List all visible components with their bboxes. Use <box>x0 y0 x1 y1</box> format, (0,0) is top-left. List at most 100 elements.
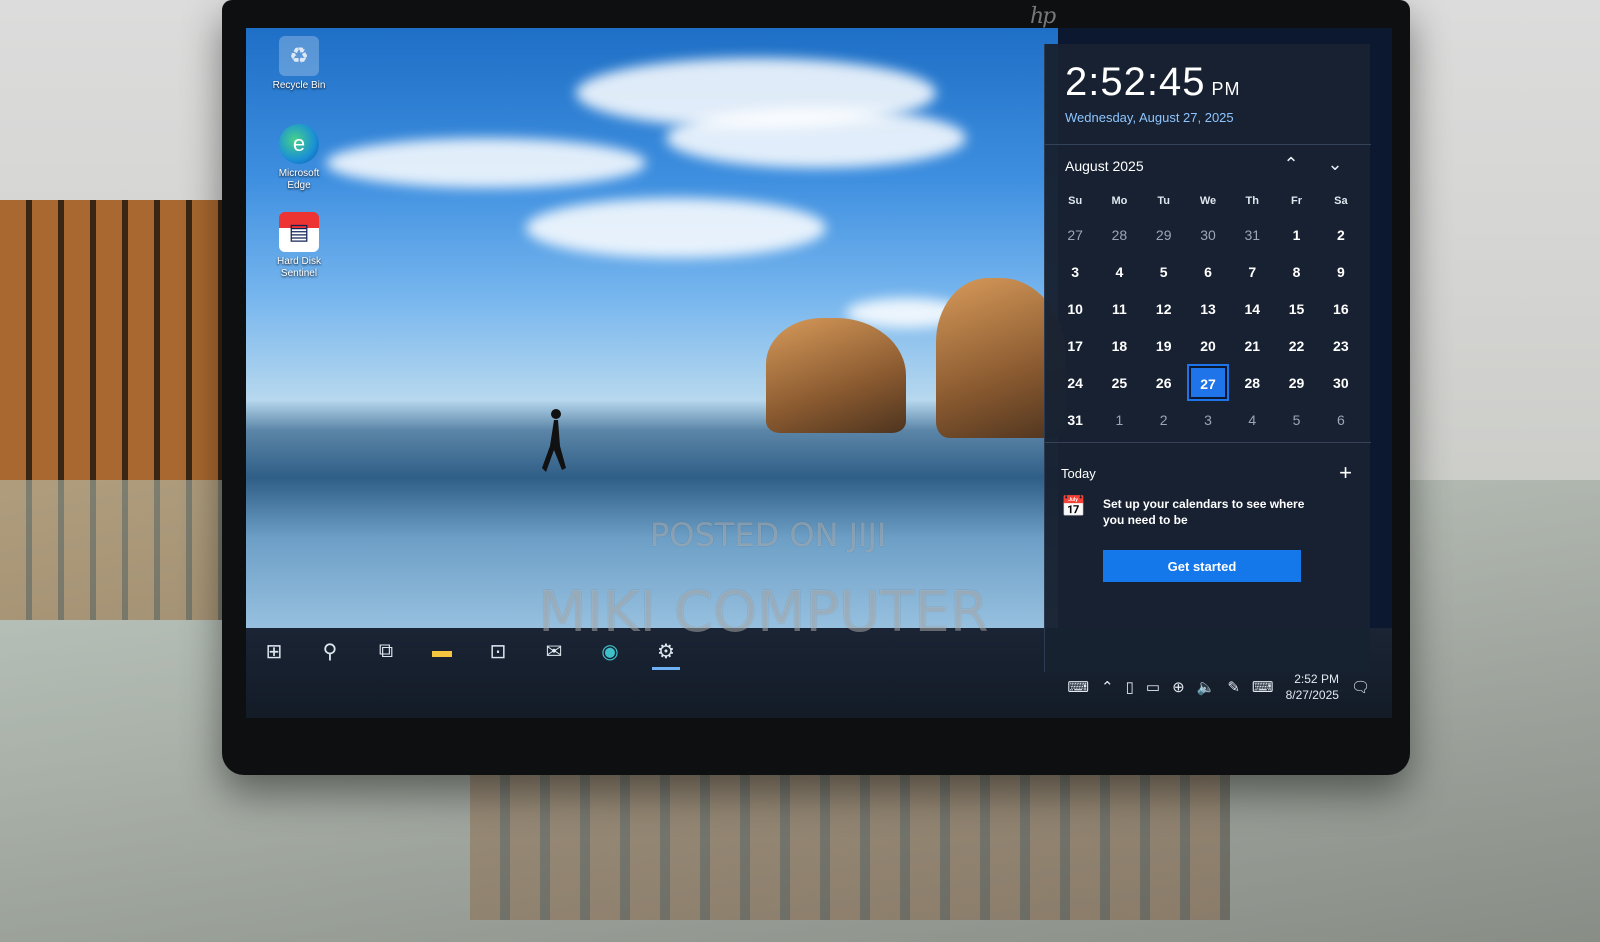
flyout-ampm: PM <box>1211 79 1241 99</box>
store-bag-icon: ⊡ <box>489 640 507 663</box>
taskbar-date: 8/27/2025 <box>1285 688 1339 702</box>
calendar-day[interactable]: 30 <box>1319 364 1363 401</box>
flyout-clock: 2:52:45 PM <box>1065 60 1240 105</box>
weekday-header: Tu <box>1157 195 1171 207</box>
calendar-day[interactable]: 23 <box>1319 327 1363 364</box>
watermark-shop: MIKI COMPUTER <box>538 580 989 645</box>
device-icon[interactable]: ▯ <box>1126 678 1134 696</box>
calendar-day[interactable]: 28 <box>1097 216 1141 253</box>
calendar-day[interactable]: 25 <box>1097 364 1141 401</box>
desktop-icon-recycle-bin[interactable]: ♻ Recycle Bin <box>268 36 330 92</box>
chevron-up-icon[interactable]: ⌃ <box>1101 678 1114 696</box>
calendar-day-today[interactable]: 27 <box>1186 364 1230 401</box>
weekday-header: Mo <box>1111 195 1128 207</box>
calendar-month[interactable]: August 2025 <box>1065 158 1144 174</box>
task-view-button[interactable]: ⧉ <box>358 628 414 674</box>
keyboard-touch-icon[interactable]: ⌨ <box>1067 678 1089 696</box>
taskbar-time: 2:52 PM <box>1294 672 1339 686</box>
network-globe-icon[interactable]: ⊕ <box>1172 678 1185 696</box>
calendar-day[interactable]: 17 <box>1053 327 1097 364</box>
calendar-day[interactable]: 27 <box>1053 216 1097 253</box>
calendar-day[interactable]: 13 <box>1186 290 1230 327</box>
volume-icon[interactable]: 🔈 <box>1197 678 1216 696</box>
agenda-today-label: Today <box>1061 466 1096 481</box>
divider <box>1045 442 1371 443</box>
calendar-week-row: 3456789 <box>1053 253 1363 290</box>
calendar-day[interactable]: 5 <box>1274 401 1318 438</box>
calendar-week-row: 31 1 2 3 4 5 6 <box>1053 401 1363 438</box>
notification-icon[interactable]: 🗨 <box>1351 678 1370 696</box>
battery-icon[interactable]: ▭ <box>1146 678 1160 696</box>
sea-stack-rock <box>766 318 906 433</box>
calendar-day[interactable]: 19 <box>1142 327 1186 364</box>
calendar-day[interactable]: 4 <box>1230 401 1274 438</box>
get-started-button[interactable]: Get started <box>1103 550 1301 582</box>
add-event-icon[interactable]: + <box>1339 460 1352 486</box>
watermark-posted: POSTED ON JIJI <box>650 516 887 554</box>
pen-icon[interactable]: ✎ <box>1227 678 1240 696</box>
calendar-day[interactable]: 14 <box>1230 290 1274 327</box>
edge-icon: e <box>279 124 319 164</box>
search-button[interactable]: ⚲ <box>302 628 358 674</box>
flyout-time: 2:52:45 <box>1065 60 1206 104</box>
calendar-day[interactable]: 6 <box>1186 253 1230 290</box>
calendar-day[interactable]: 31 <box>1230 216 1274 253</box>
calendar-day[interactable]: 18 <box>1097 327 1141 364</box>
taskbar-clock[interactable]: 2:52 PM 8/27/2025 <box>1286 671 1339 703</box>
search-icon: ⚲ <box>322 640 338 663</box>
calendar-day[interactable]: 11 <box>1097 290 1141 327</box>
calendar-day[interactable]: 4 <box>1097 253 1141 290</box>
calendar-day[interactable]: 8 <box>1274 253 1318 290</box>
calendar-day[interactable]: 2 <box>1142 401 1186 438</box>
chevron-down-icon[interactable]: ⌄ <box>1323 154 1347 175</box>
flyout-date[interactable]: Wednesday, August 27, 2025 <box>1065 110 1234 125</box>
calendar-day[interactable]: 28 <box>1230 364 1274 401</box>
hp-logo-icon: hp <box>1030 4 1056 29</box>
calendar-week-row: 24 25 26 27 28 29 30 <box>1053 364 1363 401</box>
calendar-day[interactable]: 3 <box>1186 401 1230 438</box>
calendar-day[interactable]: 15 <box>1274 290 1318 327</box>
calendar-day[interactable]: 12 <box>1142 290 1186 327</box>
touch-keyboard-icon[interactable]: ⌨ <box>1252 678 1274 696</box>
start-button[interactable]: ⊞ <box>246 628 302 674</box>
windows-logo-icon: ⊞ <box>265 640 283 663</box>
calendar-day[interactable]: 10 <box>1053 290 1097 327</box>
calendar-day[interactable]: 16 <box>1319 290 1363 327</box>
calendar-week-row: 27 28 29 30 31 1 2 <box>1053 216 1363 253</box>
task-view-icon: ⧉ <box>378 639 394 662</box>
chevron-up-icon[interactable]: ⌃ <box>1279 154 1303 175</box>
runner-silhouette <box>542 409 566 472</box>
file-explorer-button[interactable]: ▬ <box>414 628 470 674</box>
desktop-icon-hard-disk-sentinel[interactable]: ▤ Hard Disk Sentinel <box>268 212 330 280</box>
hard-disk-sentinel-icon: ▤ <box>279 212 319 252</box>
calendar-day[interactable]: 24 <box>1053 364 1097 401</box>
divider <box>1045 144 1371 145</box>
calendar-grid: Su Mo Tu We Th Fr Sa 27 28 29 30 31 1 2 3 4 5 6 7 8 9 10 11 12… <box>1053 186 1363 438</box>
store-button[interactable]: ⊡ <box>470 628 526 674</box>
calendar-day[interactable]: 7 <box>1230 253 1274 290</box>
calendar-day[interactable]: 1 <box>1097 401 1141 438</box>
calendar-day[interactable]: 9 <box>1319 253 1363 290</box>
calendar-day[interactable]: 5 <box>1142 253 1186 290</box>
calendar-day[interactable]: 22 <box>1274 327 1318 364</box>
calendar-day[interactable]: 6 <box>1319 401 1363 438</box>
weekday-header: Su <box>1068 195 1083 207</box>
calendar-day[interactable]: 26 <box>1142 364 1186 401</box>
calendar-day[interactable]: 29 <box>1274 364 1318 401</box>
screen: ♻ Recycle Bin e Microsoft Edge ▤ Hard Di… <box>246 28 1392 718</box>
calendar-day[interactable]: 30 <box>1186 216 1230 253</box>
calendar-day[interactable]: 2 <box>1319 216 1363 253</box>
weekday-header: We <box>1199 195 1217 207</box>
calendar-day[interactable]: 3 <box>1053 253 1097 290</box>
calendar-icon: 📅 <box>1061 496 1086 518</box>
folder-icon: ▬ <box>432 639 452 662</box>
agenda-message: Set up your calendars to see where you n… <box>1103 497 1305 527</box>
calendar-day[interactable]: 31 <box>1053 401 1097 438</box>
calendar-day[interactable]: 20 <box>1186 327 1230 364</box>
calendar-day[interactable]: 29 <box>1142 216 1186 253</box>
calendar-week-row: 17 18 19 20 21 22 23 <box>1053 327 1363 364</box>
calendar-day[interactable]: 1 <box>1274 216 1318 253</box>
weekday-header: Sa <box>1334 195 1348 207</box>
calendar-day[interactable]: 21 <box>1230 327 1274 364</box>
desktop-icon-microsoft-edge[interactable]: e Microsoft Edge <box>268 124 330 192</box>
